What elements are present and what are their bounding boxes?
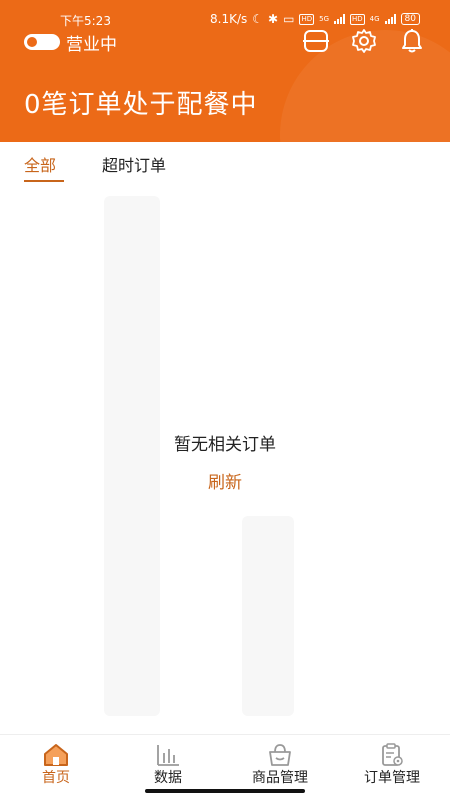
business-status-label: 营业中 <box>66 35 117 55</box>
settings-button[interactable] <box>350 28 378 54</box>
nav-item-home[interactable]: 首页 <box>0 735 112 787</box>
battery-icon: 80 <box>400 13 420 25</box>
empty-state-message: 暂无相关订单 <box>174 435 276 455</box>
gear-icon <box>352 29 376 53</box>
scan-button[interactable] <box>302 28 330 54</box>
refresh-button[interactable]: 刷新 <box>0 468 450 493</box>
system-status-bar: 下午5:23 8.1K/s ☾ ✱ ▭ HD 5G HD 4G 80 <box>0 10 450 30</box>
tab-all[interactable]: 全部 <box>24 152 56 176</box>
orders-headline: 0笔订单处于配餐中 <box>24 90 258 120</box>
status-time: 下午5:23 <box>60 14 111 28</box>
background-decoration <box>104 196 160 716</box>
scan-icon <box>303 30 329 52</box>
active-tab-indicator <box>24 180 64 182</box>
home-icon <box>44 744 68 766</box>
nav-label-orders: 订单管理 <box>364 770 420 786</box>
order-tabs: 全部 超时订单 <box>0 142 450 186</box>
background-decoration <box>242 516 294 716</box>
hd-icon-2: HD <box>350 13 365 25</box>
nav-label-data: 数据 <box>154 770 182 786</box>
bluetooth-icon: ✱ <box>268 12 279 26</box>
basket-icon <box>269 744 291 766</box>
home-indicator-bar[interactable] <box>145 789 305 793</box>
signal-icon-2 <box>384 14 396 24</box>
nav-label-home: 首页 <box>42 770 70 786</box>
bottom-navigation: 首页 数据 商品管理 订单管理 <box>0 734 450 786</box>
moon-icon: ☾ <box>252 12 264 26</box>
app-header: 下午5:23 8.1K/s ☾ ✱ ▭ HD 5G HD 4G 80 营业中 0… <box>0 0 450 142</box>
system-home-indicator <box>0 786 450 800</box>
chart-icon <box>157 745 179 766</box>
order-settings-icon <box>382 743 403 766</box>
signal-icon <box>334 14 345 24</box>
status-indicators: 8.1K/s ☾ ✱ ▭ HD 5G HD 4G 80 <box>210 12 420 26</box>
network-speed: 8.1K/s <box>210 12 248 26</box>
nav-label-products: 商品管理 <box>252 770 308 786</box>
order-list-area: 暂无相关订单 刷新 <box>0 186 450 734</box>
nav-item-orders[interactable]: 订单管理 <box>336 735 448 787</box>
tab-overtime-orders[interactable]: 超时订单 <box>102 152 166 176</box>
vibrate-icon: ▭ <box>283 12 295 26</box>
notifications-button[interactable] <box>398 28 426 54</box>
hd-icon: HD <box>299 13 315 25</box>
nav-item-data[interactable]: 数据 <box>112 735 224 787</box>
network-type-2: 4G <box>369 15 380 23</box>
bell-icon <box>402 29 422 53</box>
network-type-1: 5G <box>319 15 329 23</box>
toggle-knob <box>27 37 37 47</box>
nav-item-products[interactable]: 商品管理 <box>224 735 336 787</box>
header-toolbar: 营业中 <box>0 28 450 55</box>
business-status-toggle[interactable] <box>24 34 60 50</box>
